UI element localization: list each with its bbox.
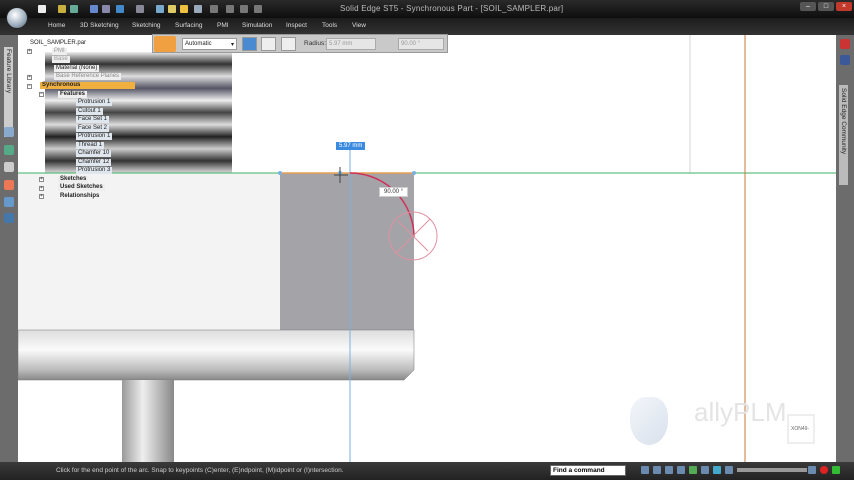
tree-feature-item[interactable]: Protrusion 1	[76, 133, 113, 140]
watermark-text: allyPLM	[694, 397, 787, 427]
command-bar: Automatic ▾ Radius: 5.97 mm 90.00 °	[152, 34, 448, 53]
zoom-icon[interactable]	[653, 466, 661, 474]
radius-dimension[interactable]: 5.97 mm	[336, 142, 366, 150]
line-type-icon[interactable]	[261, 37, 276, 51]
right-dock: Solid Edge Community	[836, 35, 854, 462]
zoom-in-icon[interactable]	[808, 466, 816, 474]
tree-item-pmi[interactable]: PMI	[52, 48, 67, 55]
keypoint	[278, 171, 282, 175]
undo-icon[interactable]	[116, 5, 124, 13]
tab-simulation[interactable]: Simulation	[242, 22, 272, 29]
zoom-area-icon[interactable]	[641, 466, 649, 474]
chevron-down-icon: ▾	[230, 42, 234, 48]
graphics-viewport[interactable]: 5.97 mm 90.00 ° allyPLM XON49- SOIL_SAMP…	[18, 35, 836, 462]
youtube-icon[interactable]	[840, 39, 850, 49]
sensors-icon[interactable]	[4, 162, 14, 172]
view-orient-icon[interactable]	[701, 466, 709, 474]
mode-select[interactable]: Automatic ▾	[182, 38, 237, 50]
layers-icon[interactable]	[4, 127, 14, 137]
tab-tools[interactable]: Tools	[322, 22, 337, 29]
part-icon[interactable]	[194, 5, 202, 13]
rotate-icon[interactable]	[689, 466, 697, 474]
up-arrow-icon[interactable]	[832, 466, 840, 474]
model-bar	[18, 329, 415, 381]
community-tab[interactable]: Solid Edge Community	[839, 85, 848, 185]
application-button[interactable]	[6, 7, 28, 29]
print-icon[interactable]	[102, 5, 110, 13]
angle-dimension[interactable]: 90.00 °	[379, 187, 409, 197]
tree-feature-item[interactable]: Face Set 1	[76, 116, 110, 123]
stop-icon[interactable]	[820, 466, 828, 474]
view-icon[interactable]	[725, 466, 733, 474]
highlighted-tool-icon[interactable]	[180, 5, 188, 13]
tab-inspect[interactable]: Inspect	[286, 22, 307, 29]
tree-item-features[interactable]: Features	[58, 91, 88, 98]
tree-item-synchronous[interactable]: Synchronous	[40, 82, 135, 89]
radius-input[interactable]: 5.97 mm	[326, 38, 376, 50]
tree-feature-item[interactable]: Chamfer 10	[76, 150, 112, 157]
tree-feature-item[interactable]: Protrusion 1	[76, 99, 113, 106]
facebook-icon[interactable]	[840, 55, 850, 65]
arc-tool-icon[interactable]	[154, 36, 176, 52]
parts-library-icon[interactable]	[4, 197, 14, 207]
pathfinder-icon[interactable]	[4, 145, 14, 155]
tree-feature-item[interactable]: Chamfer 12	[76, 158, 112, 166]
minimize-button[interactable]: –	[800, 2, 816, 11]
tab-3d-sketching[interactable]: 3D Sketching	[80, 22, 119, 29]
tree-feature-item[interactable]: Protrusion 3	[76, 167, 113, 174]
tools-icon[interactable]	[4, 213, 14, 223]
tree-root[interactable]: SOIL_SAMPLER.par	[28, 40, 89, 47]
tree-item-relationships[interactable]: Relationships	[58, 193, 101, 200]
ribbon-tabs: Home 3D Sketching Sketching Surfacing PM…	[0, 18, 854, 35]
keypoint	[412, 171, 416, 175]
save-icon[interactable]	[90, 5, 98, 13]
open-recent-icon[interactable]	[70, 5, 78, 13]
tree-feature-item[interactable]: Face Set 2	[76, 124, 110, 132]
view-style-icon[interactable]	[713, 466, 721, 474]
find-command-input[interactable]: Find a command	[550, 465, 626, 476]
redo-icon[interactable]	[136, 5, 144, 13]
tab-surfacing[interactable]: Surfacing	[175, 22, 202, 29]
tree-item-material[interactable]: Material (None)	[54, 65, 100, 72]
tool-icon[interactable]	[226, 5, 234, 13]
tree-feature-item[interactable]: Thread 1	[76, 141, 105, 149]
tab-home[interactable]: Home	[48, 22, 65, 29]
tree-item-sketches[interactable]: Sketches	[58, 176, 89, 183]
tree-item-base[interactable]: Base	[52, 56, 70, 63]
tab-view[interactable]: View	[352, 22, 366, 29]
fit-icon[interactable]	[665, 466, 673, 474]
maximize-button[interactable]: □	[818, 2, 834, 11]
tree-item-ref-planes[interactable]: Base Reference Planes	[54, 73, 122, 80]
tab-pmi[interactable]: PMI	[217, 22, 229, 29]
left-dock: Feature Library	[0, 35, 18, 462]
open-icon[interactable]	[58, 5, 66, 13]
tree-item-used-sketches[interactable]: Used Sketches	[58, 184, 105, 191]
line-width-icon[interactable]	[281, 37, 296, 51]
title-bar: Solid Edge ST5 - Synchronous Part - [SOI…	[0, 0, 854, 18]
tree-feature-item[interactable]: Cutout 1	[76, 107, 103, 115]
tab-sketching[interactable]: Sketching	[132, 22, 161, 29]
properties-icon[interactable]	[156, 5, 164, 13]
radius-label: Radius:	[304, 40, 327, 47]
tool-icon[interactable]	[254, 5, 262, 13]
colors-icon[interactable]	[4, 180, 14, 190]
line-color-icon[interactable]	[242, 37, 257, 51]
zoom-slider[interactable]	[737, 468, 807, 472]
new-icon[interactable]	[38, 5, 46, 13]
tool-icon[interactable]	[210, 5, 218, 13]
watermark-logo-icon	[630, 397, 668, 445]
window-title: Solid Edge ST5 - Synchronous Part - [SOI…	[340, 4, 564, 13]
feature-library-tab[interactable]: Feature Library	[4, 47, 13, 137]
pan-icon[interactable]	[677, 466, 685, 474]
tool-icon[interactable]	[240, 5, 248, 13]
close-button[interactable]: ×	[836, 2, 852, 11]
model-cylinder	[122, 380, 174, 462]
select-icon[interactable]	[168, 5, 176, 13]
view-cube-label: XON49-	[791, 426, 810, 432]
angle-input[interactable]: 90.00 °	[398, 38, 444, 50]
status-prompt: Click for the end point of the arc. Snap…	[56, 467, 344, 474]
